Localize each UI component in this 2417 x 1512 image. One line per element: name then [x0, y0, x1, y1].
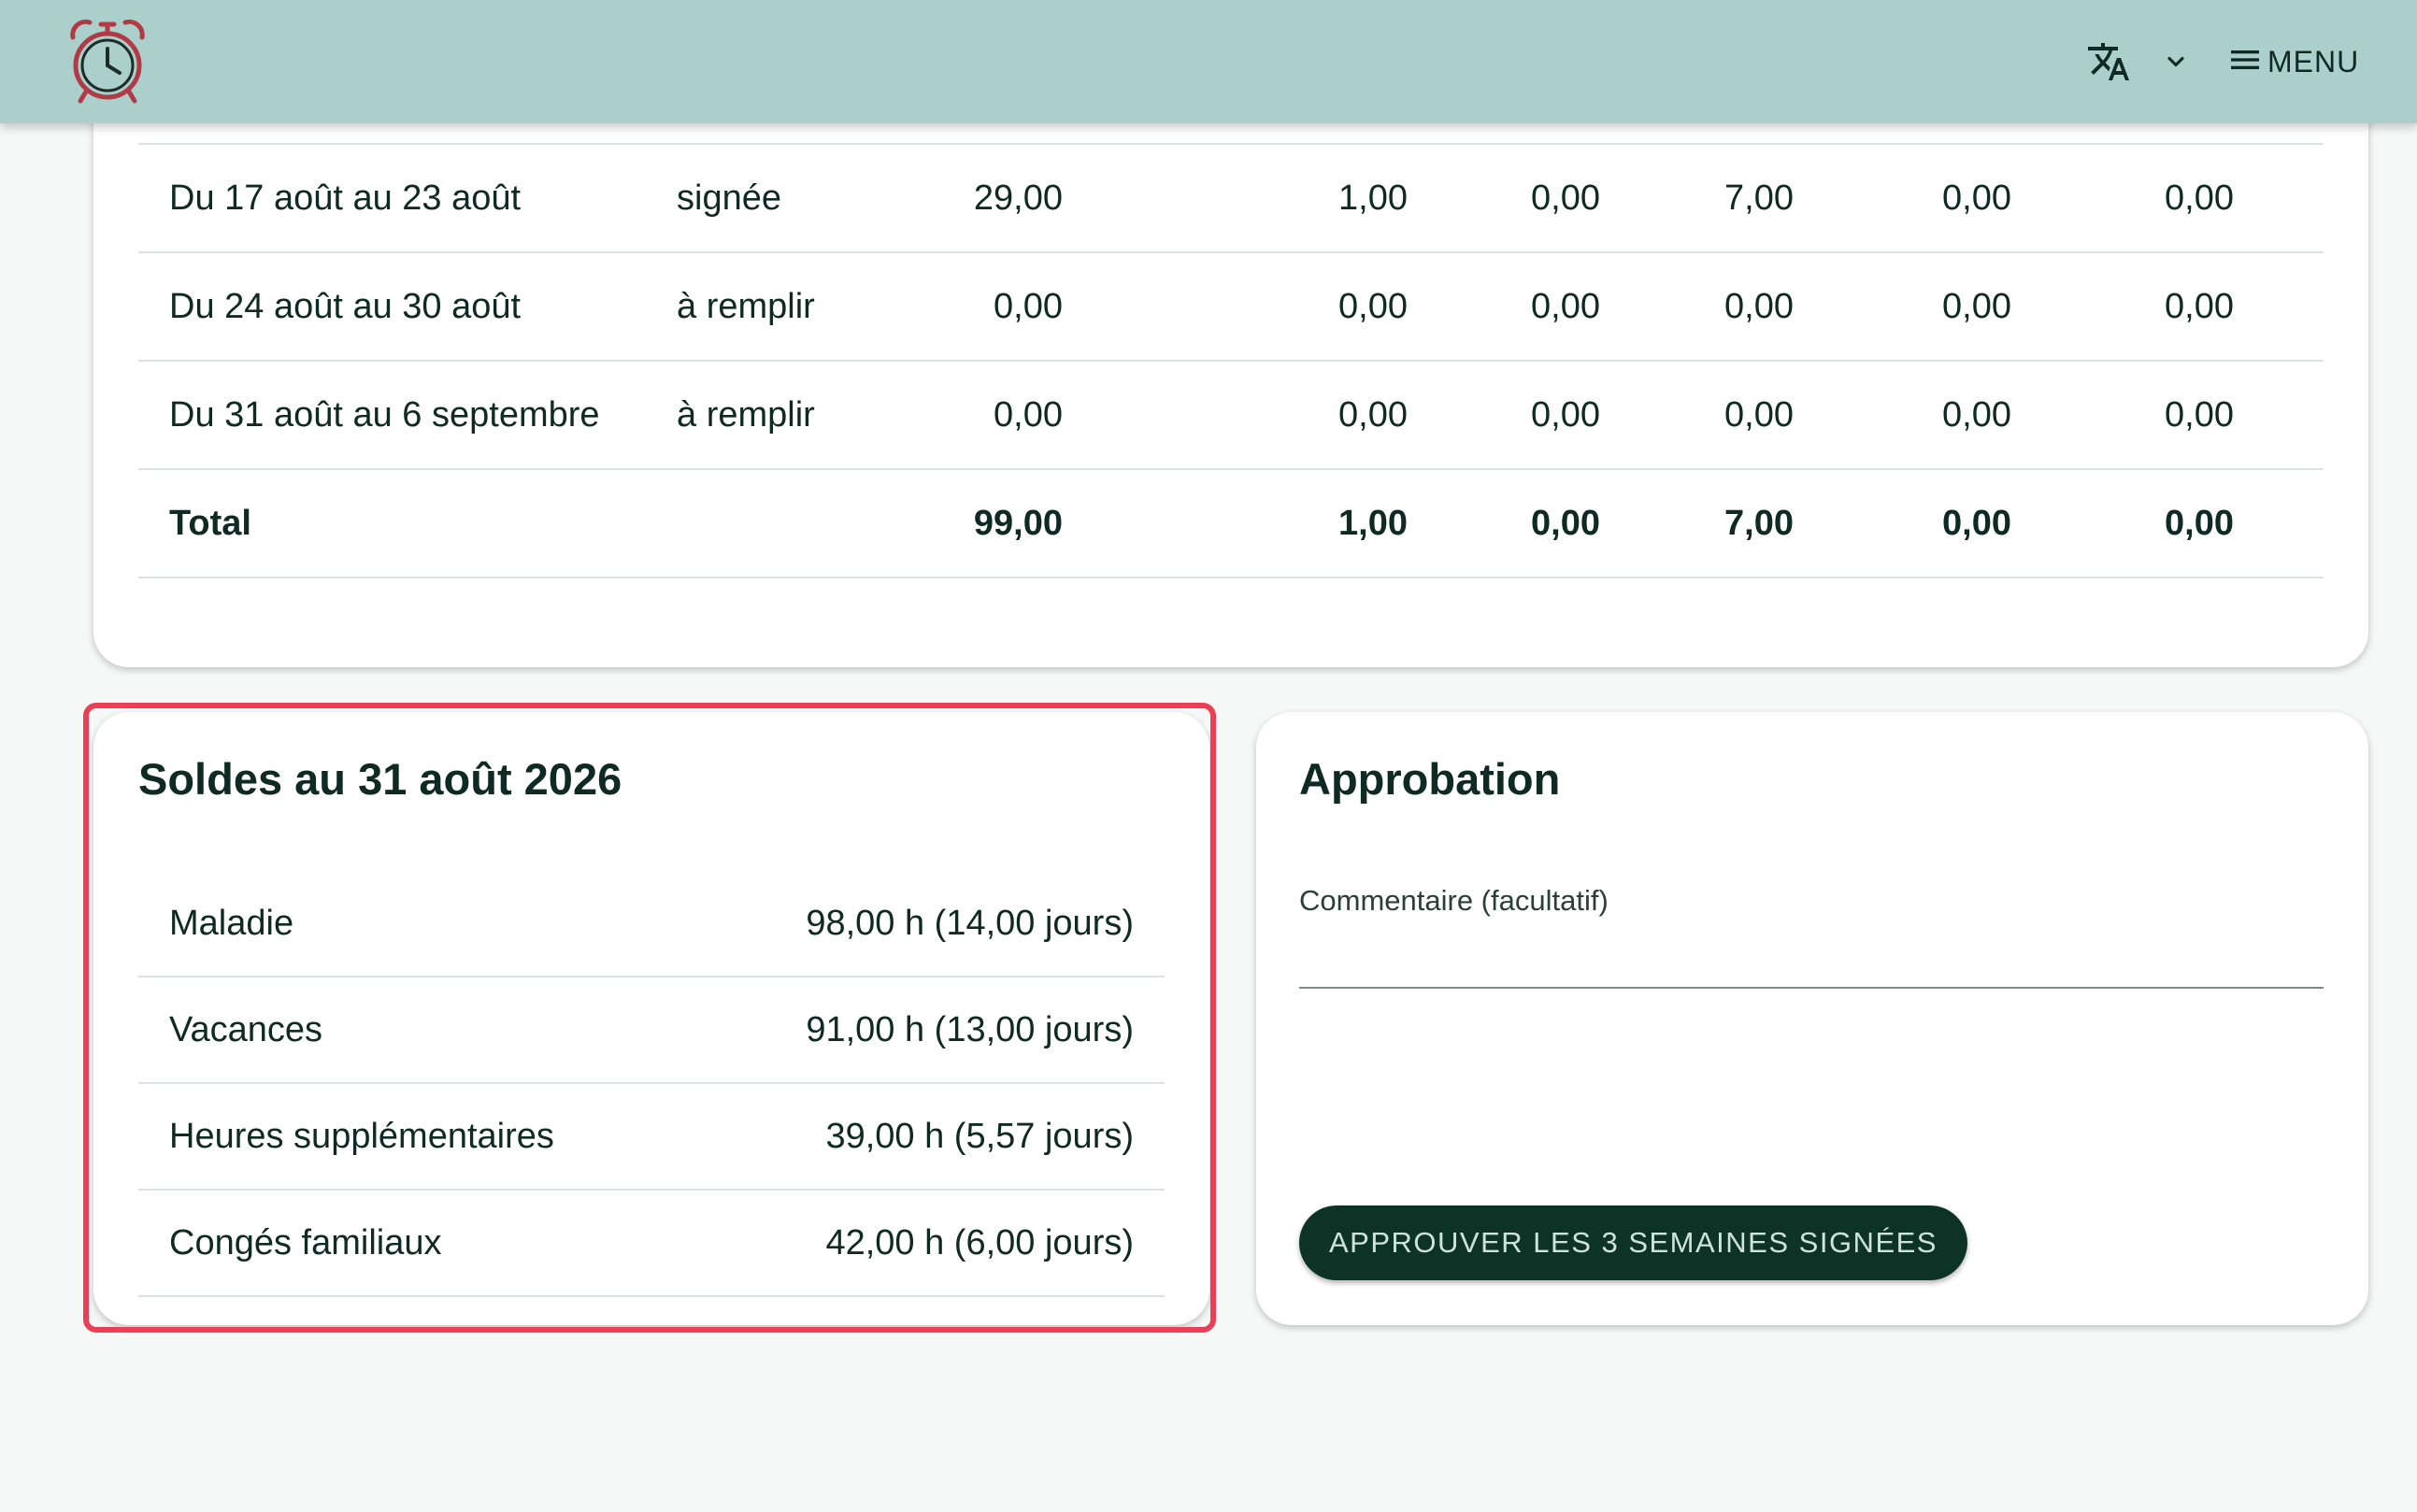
total-value: 7,00: [1724, 504, 1794, 543]
total-value: 0,00: [1942, 504, 2011, 543]
balance-label: Vacances: [169, 1010, 323, 1049]
balance-value: 91,00 h (13,00 jours): [806, 1010, 1134, 1049]
table-row[interactable]: Du 17 août au 23 août signée 29,00 1,00 …: [138, 145, 2324, 253]
week-value: 0,00: [2165, 395, 2234, 435]
approval-card: Approbation Commentaire (facultatif) APP…: [1256, 712, 2368, 1325]
list-item: Congés familiaux 42,00 h (6,00 jours): [138, 1191, 1165, 1297]
week-value: 0,00: [1942, 287, 2011, 326]
week-period: Du 24 août au 30 août: [169, 287, 522, 326]
comment-label: Commentaire (facultatif): [1299, 884, 1609, 917]
balance-label: Maladie: [169, 904, 294, 943]
balance-label: Congés familiaux: [169, 1223, 442, 1262]
week-value: 0,00: [2165, 178, 2234, 218]
week-value: 0,00: [1338, 395, 1408, 435]
total-value: 0,00: [1531, 504, 1600, 543]
week-value: 7,00: [1724, 178, 1794, 218]
week-value: 0,00: [1724, 287, 1794, 326]
week-value: 0,00: [2165, 287, 2234, 326]
week-value: 0,00: [1531, 287, 1600, 326]
approve-button[interactable]: APPROUVER LES 3 SEMAINES SIGNÉES: [1299, 1205, 1967, 1280]
week-value: 0,00: [1531, 395, 1600, 435]
list-item: Maladie 98,00 h (14,00 jours): [138, 871, 1165, 977]
table-row[interactable]: Du 24 août au 30 août à remplir 0,00 0,0…: [138, 253, 2324, 362]
week-value: 0,00: [1942, 178, 2011, 218]
balances-list: Maladie 98,00 h (14,00 jours) Vacances 9…: [138, 871, 1165, 1297]
approval-title: Approbation: [1299, 754, 1561, 804]
balances-title: Soldes au 31 août 2026: [138, 754, 622, 804]
total-value: 99,00: [973, 504, 1063, 543]
week-value: 0,00: [1531, 178, 1600, 218]
alarm-clock-icon[interactable]: [67, 17, 148, 107]
balance-value: 42,00 h (6,00 jours): [825, 1223, 1134, 1262]
total-row: Total 99,00 1,00 0,00 7,00 0,00 0,00: [138, 470, 2324, 578]
total-value: 0,00: [2165, 504, 2234, 543]
week-value: 29,00: [973, 178, 1063, 218]
balances-card: Soldes au 31 août 2026 Maladie 98,00 h (…: [93, 712, 1209, 1325]
chevron-down-icon[interactable]: [2157, 43, 2195, 80]
week-value: 0,00: [1942, 395, 2011, 435]
week-value: 0,00: [994, 287, 1063, 326]
total-label: Total: [169, 504, 251, 543]
week-status: signée: [677, 178, 781, 218]
balance-value: 98,00 h (14,00 jours): [806, 904, 1134, 943]
week-value: 0,00: [1338, 287, 1408, 326]
week-status: à remplir: [677, 395, 815, 435]
week-value: 0,00: [1724, 395, 1794, 435]
hamburger-icon: [2226, 41, 2264, 83]
menu-button[interactable]: MENU: [2226, 34, 2359, 90]
translate-icon[interactable]: [2081, 34, 2137, 90]
week-period: Du 31 août au 6 septembre: [169, 395, 600, 435]
list-item: Vacances 91,00 h (13,00 jours): [138, 977, 1165, 1084]
balance-value: 39,00 h (5,57 jours): [825, 1117, 1134, 1156]
table-row[interactable]: Du 31 août au 6 septembre à remplir 0,00…: [138, 362, 2324, 470]
app-header: MENU: [0, 0, 2417, 123]
list-item: Heures supplémentaires 39,00 h (5,57 jou…: [138, 1084, 1165, 1191]
total-value: 1,00: [1338, 504, 1408, 543]
menu-label: MENU: [2267, 44, 2360, 78]
week-value: 0,00: [994, 395, 1063, 435]
balance-label: Heures supplémentaires: [169, 1117, 554, 1156]
week-period: Du 17 août au 23 août: [169, 178, 522, 218]
week-value: 1,00: [1338, 178, 1408, 218]
week-status: à remplir: [677, 287, 815, 326]
comment-field[interactable]: Commentaire (facultatif): [1299, 884, 2324, 989]
